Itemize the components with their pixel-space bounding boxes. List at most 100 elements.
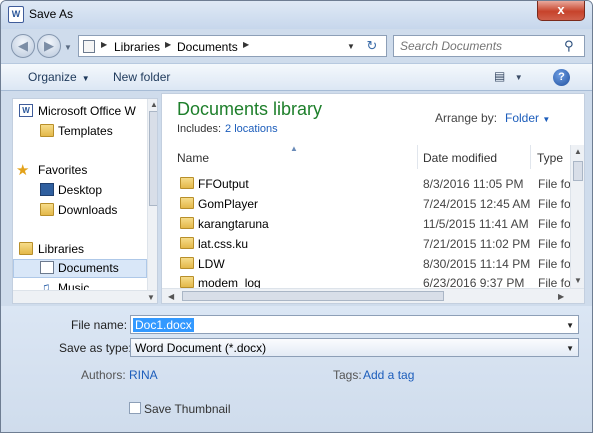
new-folder-button[interactable]: New folder — [113, 70, 170, 84]
scroll-up-icon[interactable]: ▲ — [574, 147, 582, 156]
downloads-icon — [40, 203, 54, 216]
folder-icon — [40, 124, 54, 137]
file-row[interactable]: karangtaruna 11/5/2015 11:41 AM File fol — [162, 214, 573, 234]
tags-label: Tags: — [333, 368, 362, 382]
save-thumbnail-label[interactable]: Save Thumbnail — [144, 402, 231, 416]
nav-item-libraries[interactable]: Libraries — [13, 240, 147, 259]
file-date: 7/21/2015 11:02 PM — [423, 237, 531, 251]
file-name: GomPlayer — [198, 197, 259, 211]
title-bar: W Save As x — [1, 1, 592, 29]
sort-ascending-icon: ▲ — [290, 144, 298, 153]
file-name: LDW — [198, 257, 225, 271]
breadcrumb-separator-icon[interactable]: ▶ — [165, 40, 171, 49]
file-name-value[interactable]: Doc1.docx — [133, 318, 194, 332]
file-list-horizontal-scrollbar[interactable]: ◀ ▶ — [162, 288, 584, 303]
add-tag-link[interactable]: Add a tag — [363, 368, 414, 382]
save-thumbnail-checkbox[interactable] — [129, 402, 141, 414]
nav-horizontal-scrollbar[interactable]: ▼ — [13, 290, 157, 303]
nav-item-templates[interactable]: Templates — [13, 122, 147, 141]
organize-label: Organize — [28, 70, 77, 84]
column-header-type[interactable]: Type — [537, 151, 563, 175]
breadcrumb-separator-icon[interactable]: ▶ — [101, 40, 107, 49]
save-as-type-select[interactable]: Word Document (*.docx) ▼ — [130, 338, 579, 357]
nav-item-label: Libraries — [38, 242, 85, 256]
file-row[interactable]: LDW 8/30/2015 11:14 PM File fol — [162, 254, 573, 274]
organize-button[interactable]: Organize ▼ — [28, 70, 90, 84]
folder-icon — [180, 237, 194, 249]
word-app-icon: W — [8, 6, 24, 23]
save-options-area: File name: Doc1.docx ▼ Save as type: Wor… — [1, 306, 592, 432]
address-dropdown-icon[interactable]: ▼ — [347, 42, 355, 51]
arrange-by-dropdown[interactable]: Folder ▼ — [505, 111, 550, 125]
folder-icon — [180, 177, 194, 189]
back-button[interactable]: ◀ — [11, 34, 35, 58]
change-view-button[interactable]: ▤ ▼ — [494, 69, 523, 83]
chevron-down-icon: ▼ — [81, 74, 90, 83]
chevron-down-icon: ▼ — [566, 344, 574, 353]
search-input[interactable] — [400, 39, 560, 53]
word-icon: W — [19, 104, 33, 117]
file-date: 8/30/2015 11:14 PM — [423, 257, 531, 271]
nav-vertical-scrollbar[interactable]: ▲ — [147, 99, 157, 290]
refresh-icon[interactable]: ↻ — [361, 37, 383, 55]
locations-link[interactable]: 2 locations — [225, 123, 278, 135]
nav-item-downloads[interactable]: Downloads — [13, 201, 147, 220]
desktop-icon — [40, 183, 54, 196]
forward-button[interactable]: ▶ — [37, 34, 61, 58]
command-bar: Organize ▼ New folder ▤ ▼ ? — [1, 63, 592, 91]
address-bar[interactable]: ▶ Libraries ▶ Documents ▶ ▼ ↻ — [78, 35, 387, 57]
nav-item-label: Microsoft Office W — [38, 104, 136, 118]
nav-item-office[interactable]: W Microsoft Office W — [13, 102, 147, 121]
arrange-by-label: Arrange by: — [435, 111, 498, 125]
breadcrumb-separator-icon[interactable]: ▶ — [243, 40, 249, 49]
library-title: Documents library — [177, 99, 323, 119]
column-header-date[interactable]: Date modified — [423, 151, 497, 175]
file-list-vertical-scrollbar[interactable]: ▲ ▼ — [570, 145, 584, 288]
folder-icon — [180, 217, 194, 229]
file-type: File fol — [538, 197, 574, 211]
scroll-down-icon[interactable]: ▼ — [147, 293, 155, 302]
file-name-label: File name: — [71, 318, 128, 332]
help-button[interactable]: ? — [553, 69, 570, 86]
search-icon[interactable]: ⚲ — [564, 38, 574, 54]
scroll-right-icon[interactable]: ▶ — [558, 292, 564, 301]
scroll-up-icon[interactable]: ▲ — [150, 100, 157, 109]
breadcrumb-documents[interactable]: Documents — [177, 40, 238, 54]
file-row[interactable]: GomPlayer 7/24/2015 12:45 AM File fol — [162, 194, 573, 214]
file-row[interactable]: FFOutput 8/3/2016 11:05 PM File fol — [162, 174, 573, 194]
nav-item-desktop[interactable]: Desktop — [13, 181, 147, 200]
save-as-type-label: Save as type: — [59, 341, 132, 355]
file-name: FFOutput — [198, 177, 249, 191]
library-includes: Includes: 2 locations — [177, 123, 278, 135]
close-button[interactable]: x — [537, 1, 585, 21]
chevron-down-icon: ▼ — [542, 115, 551, 124]
arrange-by-value: Folder — [505, 111, 540, 125]
file-row[interactable]: lat.css.ku 7/21/2015 11:02 PM File fol — [162, 234, 573, 254]
column-divider[interactable] — [417, 145, 418, 169]
chevron-down-icon: ▼ — [514, 73, 523, 82]
chevron-down-icon[interactable]: ▼ — [566, 321, 574, 330]
nav-item-label: Downloads — [58, 203, 118, 217]
scrollbar-thumb[interactable] — [182, 291, 444, 301]
star-icon: ★ — [16, 162, 30, 179]
scrollbar-thumb[interactable] — [149, 111, 157, 206]
save-as-type-value: Word Document (*.docx) — [135, 341, 267, 355]
search-box[interactable]: ⚲ — [393, 35, 585, 57]
file-type: File fol — [538, 237, 574, 251]
column-header-name[interactable]: Name — [177, 151, 209, 175]
scroll-left-icon[interactable]: ◀ — [168, 292, 174, 301]
file-name-field[interactable]: Doc1.docx ▼ — [130, 315, 579, 334]
folder-icon — [180, 276, 194, 288]
column-divider[interactable] — [530, 145, 531, 169]
window-title: Save As — [29, 7, 74, 21]
authors-value[interactable]: RINA — [129, 368, 158, 382]
nav-item-favorites[interactable]: ★ Favorites — [13, 161, 147, 180]
scroll-down-icon[interactable]: ▼ — [574, 276, 582, 285]
includes-label: Includes: — [177, 123, 222, 135]
scrollbar-thumb[interactable] — [573, 161, 583, 181]
breadcrumb-libraries[interactable]: Libraries — [114, 40, 160, 54]
recent-locations-dropdown-icon[interactable]: ▼ — [64, 43, 72, 52]
documents-icon — [40, 261, 54, 274]
file-name: karangtaruna — [198, 217, 269, 231]
nav-item-documents[interactable]: Documents — [13, 259, 147, 278]
